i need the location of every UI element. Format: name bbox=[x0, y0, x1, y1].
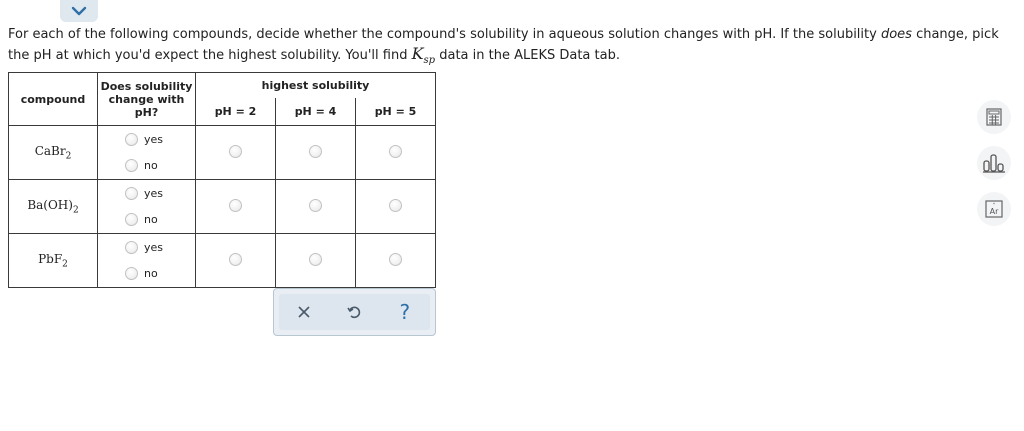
instructions-emphasis: does bbox=[880, 27, 912, 42]
x-icon bbox=[298, 306, 310, 318]
radio-button[interactable] bbox=[125, 159, 138, 172]
calculator-button[interactable] bbox=[977, 100, 1011, 134]
solubility-change-choice: yes no bbox=[97, 179, 196, 234]
instructions: For each of the following compounds, dec… bbox=[8, 25, 1018, 70]
radio-button[interactable] bbox=[229, 145, 242, 158]
radio-ph-5[interactable] bbox=[355, 233, 436, 288]
radio-no[interactable]: no bbox=[125, 159, 158, 172]
undo-button[interactable] bbox=[339, 297, 369, 327]
data-button[interactable] bbox=[977, 146, 1011, 180]
radio-button[interactable] bbox=[229, 253, 242, 266]
radio-button[interactable] bbox=[389, 253, 402, 266]
radio-button[interactable] bbox=[309, 199, 322, 212]
radio-ph-4[interactable] bbox=[275, 233, 356, 288]
calculator-icon bbox=[986, 108, 1002, 126]
table-row: PbF2 yes no bbox=[8, 233, 436, 288]
undo-icon bbox=[347, 306, 361, 319]
header-ph-5: pH = 5 bbox=[355, 97, 436, 126]
radio-no[interactable]: no bbox=[125, 213, 158, 226]
svg-text:*: * bbox=[993, 202, 995, 207]
radio-button[interactable] bbox=[309, 253, 322, 266]
svg-text:Ar: Ar bbox=[990, 207, 999, 216]
radio-ph-2[interactable] bbox=[195, 233, 276, 288]
instructions-text: For each of the following compounds, dec… bbox=[8, 27, 881, 42]
instructions-text: data in the ALEKS Data tab. bbox=[435, 48, 620, 63]
header-highest-solubility: highest solubility bbox=[195, 71, 436, 98]
radio-button[interactable] bbox=[389, 145, 402, 158]
solubility-change-choice: yes no bbox=[97, 125, 196, 180]
radio-ph-4[interactable] bbox=[275, 125, 356, 180]
help-button[interactable]: ? bbox=[390, 297, 420, 327]
radio-yes[interactable]: yes bbox=[125, 241, 163, 254]
table-row: Ba(OH)2 yes no bbox=[8, 179, 436, 234]
radio-ph-4[interactable] bbox=[275, 179, 356, 234]
radio-button[interactable] bbox=[125, 241, 138, 254]
answer-toolbar: ? bbox=[273, 288, 436, 336]
radio-yes[interactable]: yes bbox=[125, 187, 163, 200]
compound-baoh2: Ba(OH)2 bbox=[8, 179, 98, 234]
solubility-change-choice: yes no bbox=[97, 233, 196, 288]
radio-button[interactable] bbox=[389, 199, 402, 212]
chevron-down-icon bbox=[71, 6, 87, 16]
radio-button[interactable] bbox=[125, 267, 138, 280]
radio-button[interactable] bbox=[309, 145, 322, 158]
radio-ph-2[interactable] bbox=[195, 179, 276, 234]
radio-button[interactable] bbox=[229, 199, 242, 212]
radio-button[interactable] bbox=[125, 187, 138, 200]
collapse-tab[interactable] bbox=[60, 0, 98, 22]
clear-button[interactable] bbox=[289, 297, 319, 327]
radio-no[interactable]: no bbox=[125, 267, 158, 280]
header-ph-4: pH = 4 bbox=[275, 97, 356, 126]
radio-ph-5[interactable] bbox=[355, 125, 436, 180]
header-compound: compound bbox=[8, 72, 98, 126]
radio-ph-5[interactable] bbox=[355, 179, 436, 234]
ksp-symbol: Ksp bbox=[411, 44, 436, 67]
radio-yes[interactable]: yes bbox=[125, 133, 163, 146]
radio-button[interactable] bbox=[125, 213, 138, 226]
data-chart-icon bbox=[983, 154, 1005, 173]
radio-button[interactable] bbox=[125, 133, 138, 146]
radio-ph-2[interactable] bbox=[195, 125, 276, 180]
header-ph-2: pH = 2 bbox=[195, 97, 276, 126]
table-row: CaBr2 yes no bbox=[8, 125, 436, 180]
header-solubility-change: Does solubility change with pH? bbox=[97, 72, 196, 126]
compound-cabr2: CaBr2 bbox=[8, 125, 98, 180]
solubility-table: compound Does solubility change with pH? h… bbox=[8, 71, 436, 288]
side-tools: Ar * bbox=[977, 100, 1013, 238]
periodic-table-button[interactable]: Ar * bbox=[977, 192, 1011, 226]
compound-pbf2: PbF2 bbox=[8, 233, 98, 288]
periodic-table-icon: Ar * bbox=[985, 200, 1003, 218]
